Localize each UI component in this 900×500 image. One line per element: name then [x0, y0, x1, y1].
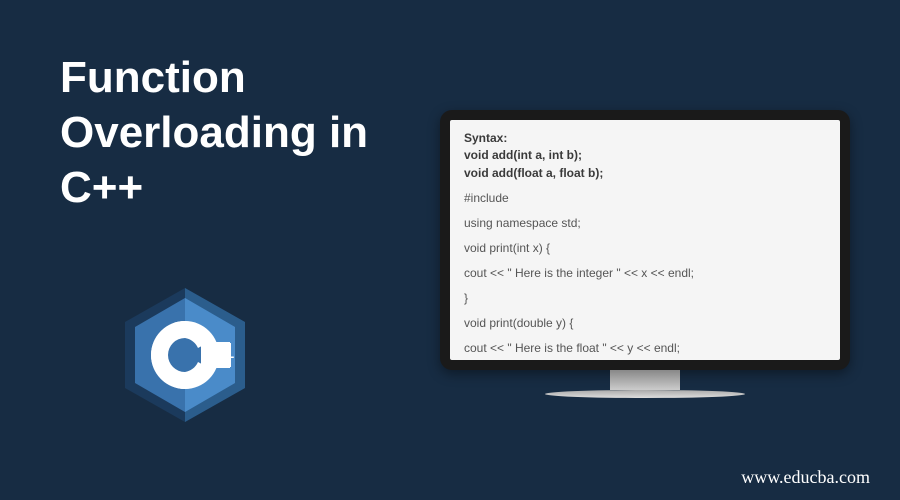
syntax-line-1: void add(int a, int b);: [464, 147, 826, 164]
code-line-3: void print(int x) {: [464, 239, 826, 257]
title-line-2: Overloading in: [60, 105, 368, 160]
code-line-2: using namespace std;: [464, 214, 826, 232]
monitor-frame: Syntax: void add(int a, int b); void add…: [440, 110, 850, 370]
code-line-6: void print(double y) {: [464, 314, 826, 332]
code-line-1: #include: [464, 189, 826, 207]
code-line-7: cout << " Here is the float " << y << en…: [464, 339, 826, 357]
monitor-stand: [610, 370, 680, 390]
syntax-label: Syntax:: [464, 130, 826, 147]
monitor-screen: Syntax: void add(int a, int b); void add…: [450, 120, 840, 360]
svg-text:++: ++: [218, 349, 234, 365]
syntax-line-2: void add(float a, float b);: [464, 165, 826, 182]
title-line-1: Function: [60, 50, 368, 105]
monitor-foot: [545, 390, 745, 398]
website-url: www.educba.com: [741, 467, 870, 488]
title-line-3: C++: [60, 160, 368, 215]
code-line-4: cout << " Here is the integer " << x << …: [464, 264, 826, 282]
page-title: Function Overloading in C++: [60, 50, 368, 215]
monitor: Syntax: void add(int a, int b); void add…: [440, 110, 850, 410]
cpp-logo: ++: [110, 280, 260, 430]
code-line-5: }: [464, 289, 826, 307]
